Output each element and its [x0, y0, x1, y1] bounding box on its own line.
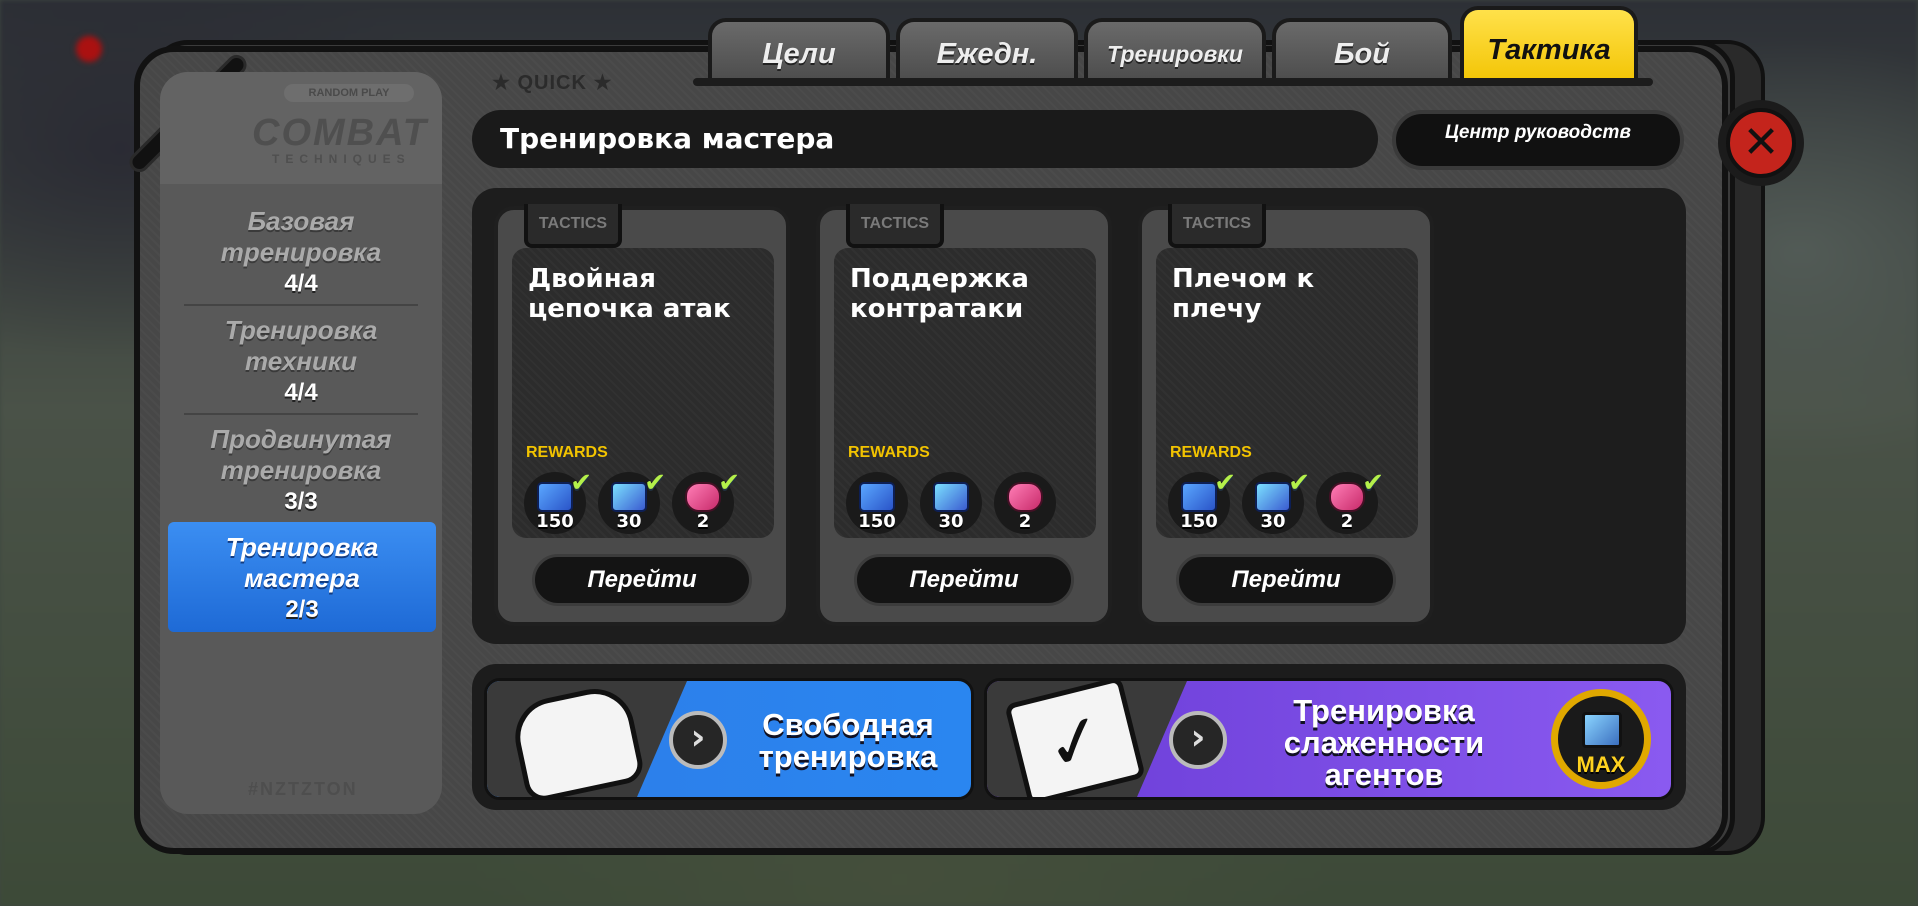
sidebar-footer: #NZTZTON [248, 779, 358, 799]
card-body: Плечом к плечу REWARDS ✔ 150 ✔ 30 ✔ 2 [1156, 248, 1418, 538]
reward-blueprint: 150 [846, 472, 908, 534]
mission-card: TACTICS Поддержка контратаки REWARDS 150… [816, 204, 1112, 626]
card-body: Поддержка контратаки REWARDS 150 30 2 [834, 248, 1096, 538]
sidebar-item-basic-training[interactable]: Базовая тренировка 4/4 [184, 206, 418, 299]
sidebar-item-label: Базовая тренировка [220, 206, 382, 267]
reward-blueprint: ✔ 150 [524, 468, 592, 534]
close-button[interactable]: ✕ [1718, 100, 1804, 186]
close-icon: ✕ [1726, 108, 1796, 178]
reward-amount: 150 [1180, 511, 1218, 532]
checkmark-icon: ✔ [1288, 468, 1310, 498]
sidebar-item-label: Тренировка мастера [225, 532, 379, 593]
pink-gem-icon [1329, 482, 1365, 512]
checkmark-icon: ✔ [718, 468, 740, 498]
card-body: Двойная цепочка атак REWARDS ✔ 150 ✔ 30 … [512, 248, 774, 538]
data-chip-icon [1255, 482, 1291, 512]
max-label: MAX [1576, 752, 1626, 777]
sidebar: RANDOM PLAY COMBAT TECHNIQUES Базовая тр… [160, 72, 442, 814]
mission-card: TACTICS Двойная цепочка атак REWARDS ✔ 1… [494, 204, 790, 626]
pink-gem-icon [685, 482, 721, 512]
background-light [76, 36, 102, 62]
card-title: Поддержка контратаки [850, 264, 1029, 324]
logo-title: COMBAT [252, 112, 428, 154]
data-chip-icon [933, 482, 969, 512]
blueprint-icon [1181, 482, 1217, 512]
sidebar-item-master-training[interactable]: Тренировка мастера 2/3 [168, 522, 436, 632]
combat-techniques-logo: RANDOM PLAY COMBAT TECHNIQUES [160, 72, 442, 184]
reward-gem: 2 [994, 472, 1056, 534]
reward-blueprint: ✔ 150 [1168, 468, 1236, 534]
guide-center-button[interactable]: Центр руководств [1392, 110, 1684, 170]
tab-battle[interactable]: Бой [1272, 18, 1452, 86]
go-button[interactable]: Перейти [532, 554, 752, 606]
chevron-right-icon: › [669, 711, 727, 769]
random-play-badge: RANDOM PLAY [284, 84, 414, 102]
reward-data-chip: ✔ 30 [598, 468, 666, 534]
reward-amount: 150 [858, 511, 896, 532]
mission-card: TACTICS Плечом к плечу REWARDS ✔ 150 ✔ 3… [1138, 204, 1434, 626]
team-training-label: Тренировка слаженности агентов [1283, 693, 1485, 792]
blueprint-icon [859, 482, 895, 512]
tactics-tag: TACTICS [846, 204, 944, 248]
sidebar-item-technique-training[interactable]: Тренировка техники 4/4 [184, 315, 418, 408]
sidebar-item-count: 3/3 [284, 488, 318, 515]
sidebar-item-count: 2/3 [285, 596, 319, 623]
checkmark-icon: ✔ [644, 468, 666, 498]
tab-daily[interactable]: Ежедн. [896, 18, 1078, 86]
reward-gem: ✔ 2 [1316, 468, 1384, 534]
card-title: Плечом к плечу [1172, 264, 1315, 324]
reward-amount: 30 [938, 511, 964, 532]
rewards-label: REWARDS [526, 444, 608, 461]
reward-amount: 2 [1018, 511, 1032, 532]
checkmark-icon: ✔ [1214, 468, 1236, 498]
tactics-tag: TACTICS [524, 204, 622, 248]
max-level-badge: MAX [1551, 689, 1651, 789]
sidebar-item-count: 4/4 [284, 379, 318, 406]
data-chip-icon [611, 482, 647, 512]
quick-label: ★ QUICK ★ [492, 72, 613, 94]
sidebar-divider [184, 413, 418, 415]
blueprint-icon [537, 482, 573, 512]
reward-amount: 2 [696, 511, 710, 532]
tab-goals[interactable]: Цели [708, 18, 890, 86]
monitor-icon [1582, 712, 1622, 748]
go-button[interactable]: Перейти [854, 554, 1074, 606]
reward-amount: 150 [536, 511, 574, 532]
go-button[interactable]: Перейти [1176, 554, 1396, 606]
tab-tactics[interactable]: Тактика [1460, 6, 1638, 86]
sidebar-item-count: 4/4 [284, 270, 318, 297]
reward-gem: ✔ 2 [672, 468, 740, 534]
card-title: Двойная цепочка атак [528, 264, 731, 324]
sidebar-item-label: Продвинутая тренировка [210, 424, 392, 485]
team-training-banner[interactable]: ✓ › Тренировка слаженности агентов MAX [984, 678, 1674, 800]
page-title: Тренировка мастера [472, 110, 1378, 168]
tab-underline [693, 78, 1653, 86]
reward-data-chip: ✔ 30 [1242, 468, 1310, 534]
reward-amount: 2 [1340, 511, 1354, 532]
checkmark-icon: ✔ [570, 468, 592, 498]
sidebar-divider [184, 304, 418, 306]
quick-label-text: QUICK [517, 72, 587, 94]
chevron-right-icon: › [1169, 711, 1227, 769]
rewards-label: REWARDS [1170, 444, 1252, 461]
sidebar-item-label: Тренировка техники [224, 315, 378, 376]
free-training-banner[interactable]: › Свободная тренировка [484, 678, 974, 800]
tab-training[interactable]: Тренировки [1084, 18, 1266, 86]
rewards-label: REWARDS [848, 444, 930, 461]
reward-data-chip: 30 [920, 472, 982, 534]
reward-amount: 30 [616, 511, 642, 532]
tactics-tag: TACTICS [1168, 204, 1266, 248]
pink-gem-icon [1007, 482, 1043, 512]
checkmark-icon: ✔ [1362, 468, 1384, 498]
sidebar-item-advanced-training[interactable]: Продвинутая тренировка 3/3 [184, 424, 418, 517]
free-training-label: Свободная тренировка [758, 707, 938, 774]
reward-amount: 30 [1260, 511, 1286, 532]
logo-subtitle: TECHNIQUES [272, 152, 411, 166]
